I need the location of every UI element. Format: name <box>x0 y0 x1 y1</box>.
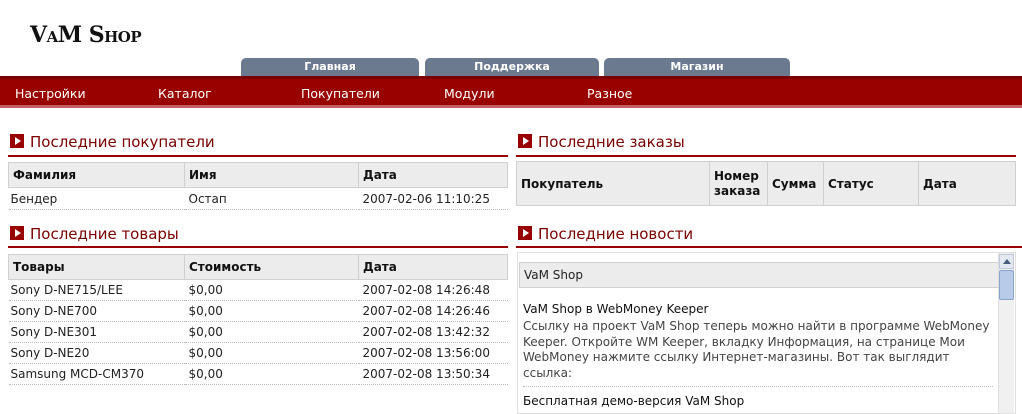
table-row: Sony D-NE700 $0,00 2007-02-08 14:26:46 <box>8 300 508 322</box>
orders-table: Покупатель Номер заказа Сумма Статус Дат… <box>516 161 1016 206</box>
cell: Остап <box>184 187 359 210</box>
scroll-up-icon[interactable] <box>999 254 1014 269</box>
news-scrollbar[interactable] <box>998 253 1014 413</box>
menu-item-modules[interactable]: Модули <box>444 86 495 101</box>
cell: Бендер <box>8 187 185 210</box>
menu-item-customers[interactable]: Покупатели <box>301 86 380 101</box>
column-header[interactable]: Стоимость <box>184 254 359 280</box>
news-panel[interactable]: VaM Shop VaM Shop в WebMoney Keeper Ссыл… <box>517 252 1016 414</box>
customers-section-title: Последние покупатели <box>10 133 215 151</box>
menu-item-misc[interactable]: Разное <box>587 86 632 101</box>
orders-title-text: Последние заказы <box>538 133 685 151</box>
tab-shop[interactable]: Магазин <box>604 58 790 76</box>
cell: $0,00 <box>184 279 359 301</box>
cell: Sony D-NE20 <box>8 342 185 364</box>
column-header[interactable]: Товары <box>8 254 185 280</box>
cell: 2007-02-08 13:56:00 <box>358 342 508 364</box>
scrollbar-thumb[interactable] <box>999 270 1014 300</box>
customers-rule <box>8 155 508 157</box>
cell: $0,00 <box>184 300 359 322</box>
cell: 2007-02-08 13:50:34 <box>358 363 508 385</box>
column-header[interactable]: Дата <box>358 254 508 280</box>
table-row: Sony D-NE301 $0,00 2007-02-08 13:42:32 <box>8 321 508 343</box>
orders-rule <box>516 155 1016 157</box>
cell: Samsung MCD-CM370 <box>8 363 185 385</box>
column-header[interactable]: Дата <box>358 162 508 188</box>
news-rule <box>516 246 1022 248</box>
cell: Sony D-NE301 <box>8 321 185 343</box>
news-feed-title: VaM Shop <box>519 262 1000 288</box>
news-section-title: Последние новости <box>518 225 693 243</box>
news-item-title[interactable]: Бесплатная демо-версия VaM Shop <box>523 394 744 408</box>
column-header[interactable]: Дата <box>918 161 1016 206</box>
customers-title-text: Последние покупатели <box>30 133 215 151</box>
tab-home[interactable]: Главная <box>241 58 419 76</box>
column-header[interactable]: Покупатель <box>516 161 710 206</box>
arrow-right-icon <box>10 226 24 240</box>
cell: 2007-02-08 14:26:48 <box>358 279 508 301</box>
products-table: Товары Стоимость Дата Sony D-NE715/LEE $… <box>8 254 508 385</box>
products-section-title: Последние товары <box>10 225 179 243</box>
cell: Sony D-NE700 <box>8 300 185 322</box>
products-rule <box>8 246 508 248</box>
cell: 2007-02-08 14:26:46 <box>358 300 508 322</box>
column-header[interactable]: Сумма <box>767 161 824 206</box>
cell: Sony D-NE715/LEE <box>8 279 185 301</box>
column-header[interactable]: Статус <box>823 161 919 206</box>
column-header[interactable]: Номер заказа <box>709 161 768 206</box>
menu-item-settings[interactable]: Настройки <box>15 86 86 101</box>
arrow-right-icon <box>518 226 532 240</box>
cell: 2007-02-06 11:10:25 <box>358 187 508 210</box>
cell: $0,00 <box>184 363 359 385</box>
news-item-title[interactable]: VaM Shop в WebMoney Keeper <box>523 302 708 316</box>
cell: $0,00 <box>184 321 359 343</box>
table-row: Бендер Остап 2007-02-06 11:10:25 <box>8 187 508 210</box>
cell: $0,00 <box>184 342 359 364</box>
customers-table: Фамилия Имя Дата Бендер Остап 2007-02-06… <box>8 162 508 210</box>
news-title-text: Последние новости <box>538 225 694 243</box>
menu-item-catalog[interactable]: Каталог <box>158 86 212 101</box>
tab-support[interactable]: Поддержка <box>425 58 599 76</box>
arrow-right-icon <box>10 134 24 148</box>
main-menu: Настройки Каталог Покупатели Модули Разн… <box>0 76 1022 108</box>
table-row: Sony D-NE715/LEE $0,00 2007-02-08 14:26:… <box>8 279 508 301</box>
column-header[interactable]: Фамилия <box>8 162 185 188</box>
orders-section-title: Последние заказы <box>518 133 685 151</box>
cell: 2007-02-08 13:42:32 <box>358 321 508 343</box>
news-item-text: Ссылку на проект VaM Shop теперь можно н… <box>523 319 990 380</box>
table-row: Sony D-NE20 $0,00 2007-02-08 13:56:00 <box>8 342 508 364</box>
logo: VaM Shop <box>30 22 142 48</box>
column-header[interactable]: Имя <box>184 162 359 188</box>
arrow-right-icon <box>518 134 532 148</box>
news-divider <box>523 386 993 387</box>
table-row: Samsung MCD-CM370 $0,00 2007-02-08 13:50… <box>8 363 508 385</box>
products-title-text: Последние товары <box>30 225 179 243</box>
